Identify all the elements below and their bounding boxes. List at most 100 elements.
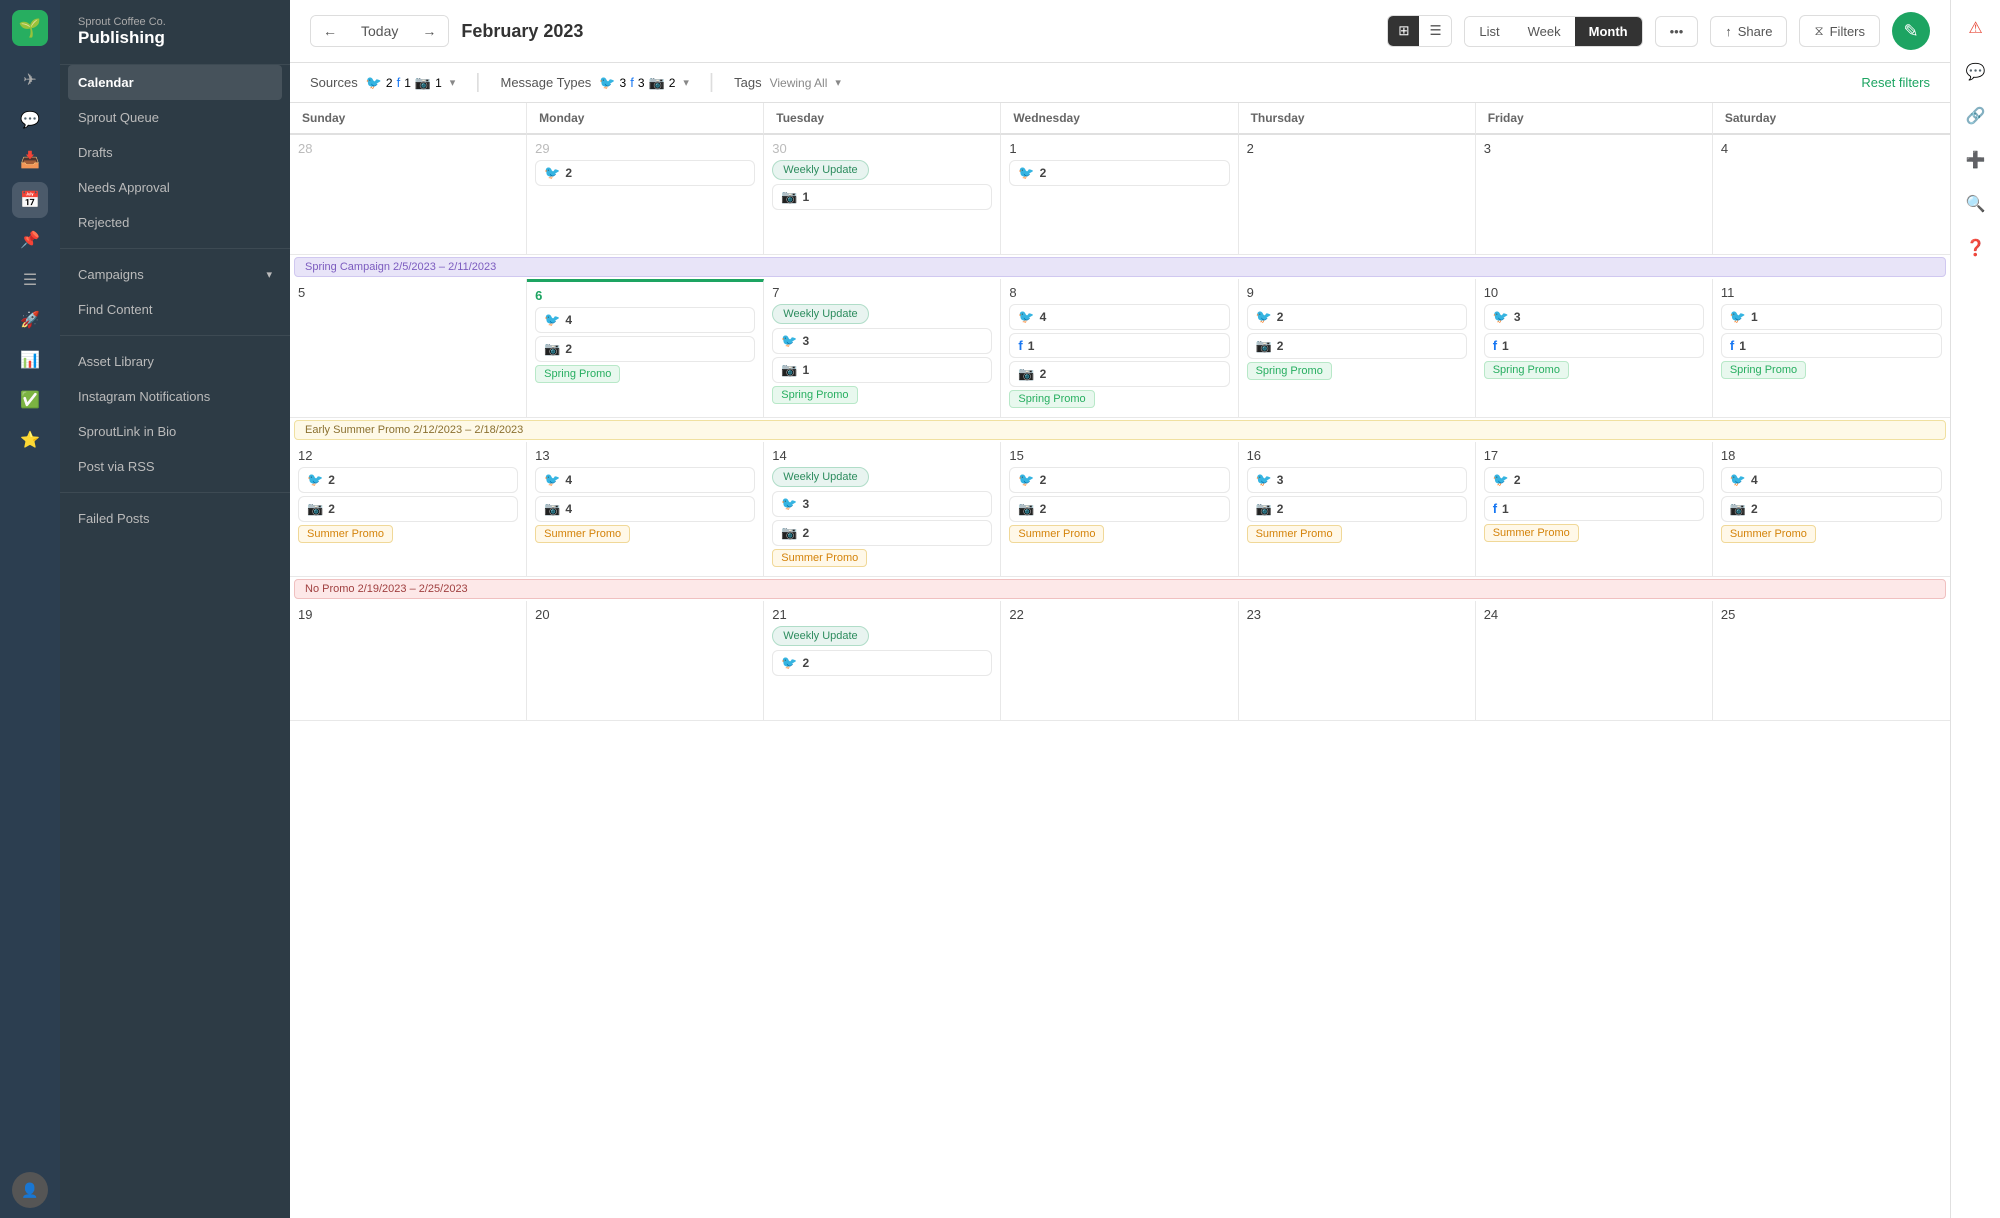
summer-promo-tag[interactable]: Summer Promo — [1009, 525, 1104, 543]
day-cell-7[interactable]: 7 Weekly Update 🐦3 📷1 Spring Promo — [764, 279, 1001, 418]
sidebar-item-asset-library[interactable]: Asset Library — [60, 344, 290, 379]
sidebar-item-needs-approval[interactable]: Needs Approval — [60, 170, 290, 205]
day-cell-17[interactable]: 17 🐦2 f1 Summer Promo — [1476, 442, 1713, 577]
post-item[interactable]: 📷2 — [1009, 361, 1229, 387]
post-item[interactable]: 🐦2 — [772, 650, 992, 676]
post-item[interactable]: 📷1 — [772, 357, 992, 383]
toggle-list-button[interactable]: ☰ — [1419, 16, 1451, 46]
post-item[interactable]: 📷4 — [535, 496, 755, 522]
post-item[interactable]: f1 — [1009, 333, 1229, 358]
day-cell-30[interactable]: 30 Weekly Update 📷 1 — [764, 135, 1001, 255]
summer-promo-tag[interactable]: Summer Promo — [1721, 525, 1816, 543]
post-item[interactable]: 📷2 — [1247, 496, 1467, 522]
sidebar-item-find-content[interactable]: Find Content — [60, 292, 290, 327]
weekly-update-badge[interactable]: Weekly Update — [772, 160, 868, 180]
messages-icon[interactable]: 💬 — [1958, 54, 1994, 90]
add-icon[interactable]: ➕ — [1958, 142, 1994, 178]
day-cell-25[interactable]: 25 — [1713, 601, 1950, 721]
weekly-update-badge[interactable]: Weekly Update — [772, 304, 868, 324]
nav-tasks-icon[interactable]: ✅ — [12, 382, 48, 418]
day-cell-11[interactable]: 11 🐦1 f1 Spring Promo — [1713, 279, 1950, 418]
spring-promo-tag[interactable]: Spring Promo — [1009, 390, 1094, 408]
post-item[interactable]: 🐦3 — [1247, 467, 1467, 493]
day-cell-3[interactable]: 3 — [1476, 135, 1713, 255]
day-cell-10[interactable]: 10 🐦3 f1 Spring Promo — [1476, 279, 1713, 418]
nav-grid-icon[interactable]: ☰ — [12, 262, 48, 298]
spring-promo-tag[interactable]: Spring Promo — [772, 386, 857, 404]
user-avatar[interactable]: 👤 — [12, 1172, 48, 1208]
sources-filter[interactable]: Sources 🐦 2 f 1 📷 1 ▾ — [310, 75, 455, 91]
nav-publishing-icon[interactable]: ✈ — [12, 62, 48, 98]
day-cell-29[interactable]: 29 🐦 2 — [527, 135, 764, 255]
day-cell-21[interactable]: 21 Weekly Update 🐦2 — [764, 601, 1001, 721]
summer-promo-tag[interactable]: Summer Promo — [1484, 524, 1579, 542]
nav-star-icon[interactable]: ⭐ — [12, 422, 48, 458]
sidebar-item-instagram-notifications[interactable]: Instagram Notifications — [60, 379, 290, 414]
day-cell-19[interactable]: 19 — [290, 601, 527, 721]
spring-promo-tag[interactable]: Spring Promo — [1247, 362, 1332, 380]
reset-filters-button[interactable]: Reset filters — [1861, 75, 1930, 90]
weekly-update-badge[interactable]: Weekly Update — [772, 626, 868, 646]
post-item[interactable]: 📷2 — [1009, 496, 1229, 522]
nav-analytics-icon[interactable]: 📊 — [12, 342, 48, 378]
sidebar-item-sproutlink[interactable]: SproutLink in Bio — [60, 414, 290, 449]
sidebar-item-campaigns[interactable]: Campaigns ▾ — [60, 257, 290, 292]
post-item[interactable]: 🐦3 — [772, 491, 992, 517]
post-item[interactable]: 🐦2 — [298, 467, 518, 493]
day-cell-2[interactable]: 2 — [1239, 135, 1476, 255]
day-cell-22[interactable]: 22 — [1001, 601, 1238, 721]
summer-promo-tag[interactable]: Summer Promo — [1247, 525, 1342, 543]
post-item[interactable]: 🐦2 — [1247, 304, 1467, 330]
post-item[interactable]: 🐦4 — [1009, 304, 1229, 330]
post-item[interactable]: f1 — [1721, 333, 1942, 358]
sidebar-item-failed-posts[interactable]: Failed Posts — [60, 501, 290, 536]
weekly-update-badge[interactable]: Weekly Update — [772, 467, 868, 487]
day-cell-18[interactable]: 18 🐦4 📷2 Summer Promo — [1713, 442, 1950, 577]
day-cell-28[interactable]: 28 — [290, 135, 527, 255]
post-item[interactable]: 📷2 — [772, 520, 992, 546]
spring-promo-tag[interactable]: Spring Promo — [1721, 361, 1806, 379]
summer-promo-tag[interactable]: Summer Promo — [772, 549, 867, 567]
more-button[interactable]: ••• — [1655, 16, 1699, 47]
summer-promo-tag[interactable]: Summer Promo — [535, 525, 630, 543]
day-cell-6[interactable]: 6 🐦4 📷2 Spring Promo — [527, 279, 764, 418]
day-cell-9[interactable]: 9 🐦2 📷2 Spring Promo — [1239, 279, 1476, 418]
sidebar-item-sprout-queue[interactable]: Sprout Queue — [60, 100, 290, 135]
alert-icon[interactable]: ⚠ — [1958, 10, 1994, 46]
today-button[interactable]: Today — [349, 16, 410, 46]
day-cell-20[interactable]: 20 — [527, 601, 764, 721]
day-cell-23[interactable]: 23 — [1239, 601, 1476, 721]
tags-filter[interactable]: Tags Viewing All ▾ — [734, 75, 841, 90]
post-item[interactable]: 🐦2 — [1009, 467, 1229, 493]
day-cell-1[interactable]: 1 🐦 2 — [1001, 135, 1238, 255]
spring-campaign-bar[interactable]: Spring Campaign 2/5/2023 – 2/11/2023 — [294, 257, 1946, 277]
sidebar-item-rejected[interactable]: Rejected — [60, 205, 290, 240]
month-view-button[interactable]: Month — [1575, 17, 1642, 46]
post-item[interactable]: 📷2 — [1247, 333, 1467, 359]
post-item[interactable]: 🐦4 — [535, 467, 755, 493]
post-item[interactable]: f1 — [1484, 496, 1704, 521]
nav-rocket-icon[interactable]: 🚀 — [12, 302, 48, 338]
day-cell-5[interactable]: 5 — [290, 279, 527, 418]
list-view-button[interactable]: List — [1465, 17, 1513, 46]
link-icon[interactable]: 🔗 — [1958, 98, 1994, 134]
post-item[interactable]: 📷 1 — [772, 184, 992, 210]
post-item[interactable]: 📷2 — [1721, 496, 1942, 522]
post-item[interactable]: 📷2 — [298, 496, 518, 522]
day-cell-14[interactable]: 14 Weekly Update 🐦3 📷2 Summer Promo — [764, 442, 1001, 577]
compose-button[interactable]: ✎ — [1892, 12, 1930, 50]
day-cell-8[interactable]: 8 🐦4 f1 📷2 Spring Promo — [1001, 279, 1238, 418]
post-item[interactable]: 🐦2 — [1484, 467, 1704, 493]
post-item[interactable]: 🐦 2 — [535, 160, 755, 186]
post-item[interactable]: 🐦3 — [1484, 304, 1704, 330]
nav-pinned-icon[interactable]: 📌 — [12, 222, 48, 258]
sidebar-item-drafts[interactable]: Drafts — [60, 135, 290, 170]
search-icon[interactable]: 🔍 — [1958, 186, 1994, 222]
post-item[interactable]: 🐦4 — [1721, 467, 1942, 493]
message-types-filter[interactable]: Message Types 🐦 3 f 3 📷 2 ▾ — [501, 75, 689, 91]
summer-campaign-bar[interactable]: Early Summer Promo 2/12/2023 – 2/18/2023 — [294, 420, 1946, 440]
toggle-grid-button[interactable]: ⊞ — [1388, 16, 1419, 46]
day-cell-13[interactable]: 13 🐦4 📷4 Summer Promo — [527, 442, 764, 577]
day-cell-16[interactable]: 16 🐦3 📷2 Summer Promo — [1239, 442, 1476, 577]
no-promo-bar[interactable]: No Promo 2/19/2023 – 2/25/2023 — [294, 579, 1946, 599]
